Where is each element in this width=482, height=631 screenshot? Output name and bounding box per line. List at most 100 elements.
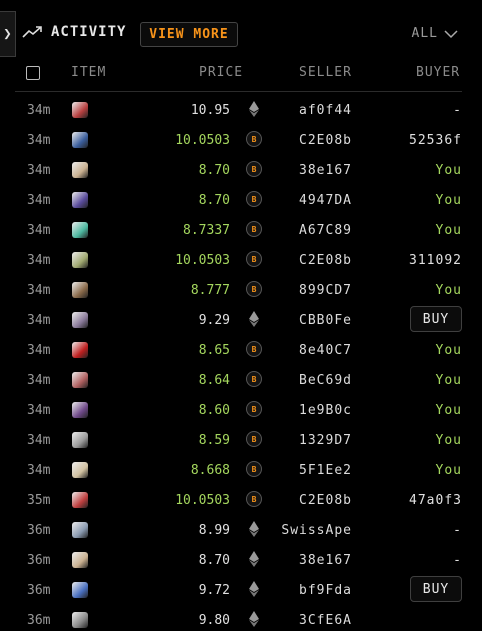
row-price: 8.60 — [198, 403, 230, 418]
panel-collapse-tab[interactable]: ❯ — [0, 11, 16, 57]
table-row[interactable]: 34m 8.70 B 38e167 You — [15, 155, 482, 185]
nft-thumbnail[interactable] — [72, 132, 88, 148]
nft-thumbnail[interactable] — [72, 552, 88, 568]
row-seller[interactable]: BeC69d — [232, 373, 352, 388]
nft-thumbnail[interactable] — [72, 492, 88, 508]
row-seller[interactable]: bf9Fda — [232, 583, 352, 598]
table-row[interactable]: 36m 9.80 3CfE6A — [15, 605, 482, 631]
table-row[interactable]: 34m 8.70 B 4947DA You — [15, 185, 482, 215]
row-time: 34m — [27, 373, 51, 388]
row-buyer[interactable]: 311092 — [362, 253, 462, 268]
row-price: 8.70 — [198, 163, 230, 178]
buyer-column-header: BUYER — [416, 65, 461, 80]
row-buyer[interactable]: 47a0f3 — [362, 493, 462, 508]
row-buyer[interactable]: You — [362, 223, 462, 238]
row-time: 34m — [27, 223, 51, 238]
table-row[interactable]: 34m 8.7337 B A67C89 You — [15, 215, 482, 245]
nft-thumbnail[interactable] — [72, 402, 88, 418]
table-row[interactable]: 36m 8.70 38e167 - — [15, 545, 482, 575]
row-time: 34m — [27, 253, 51, 268]
nft-thumbnail[interactable] — [72, 612, 88, 628]
table-row[interactable]: 34m 8.65 B 8e40C7 You — [15, 335, 482, 365]
buy-button[interactable]: BUY — [410, 576, 462, 602]
table-row[interactable]: 34m 10.0503 B C2E08b 52536f — [15, 125, 482, 155]
nft-thumbnail[interactable] — [72, 582, 88, 598]
activity-list[interactable]: 34m8.484fa0f334m10.95af0f44-34m10.0503BC… — [15, 91, 482, 631]
row-seller[interactable]: C2E08b — [232, 133, 352, 148]
row-buyer[interactable]: You — [362, 343, 462, 358]
row-price: 10.0503 — [175, 253, 230, 268]
row-seller[interactable]: A67C89 — [232, 223, 352, 238]
table-row[interactable]: 34m 8.777 B 899CD7 You — [15, 275, 482, 305]
nft-thumbnail[interactable] — [72, 162, 88, 178]
table-row[interactable]: 34m 9.29 CBB0Fe BUY — [15, 305, 482, 335]
row-time: 34m — [27, 103, 51, 118]
seller-column-header: SELLER — [299, 65, 352, 80]
row-seller[interactable]: 38e167 — [232, 163, 352, 178]
row-seller[interactable]: 4947DA — [232, 193, 352, 208]
view-more-button[interactable]: VIEW MORE — [140, 22, 238, 47]
table-row[interactable]: 34m 10.0503 B C2E08b 311092 — [15, 245, 482, 275]
row-buyer[interactable]: You — [362, 463, 462, 478]
nft-thumbnail[interactable] — [72, 342, 88, 358]
row-seller[interactable]: 3CfE6A — [232, 613, 352, 628]
nft-thumbnail[interactable] — [72, 462, 88, 478]
row-seller[interactable]: 38e167 — [232, 553, 352, 568]
nft-thumbnail[interactable] — [72, 192, 88, 208]
row-time: 36m — [27, 523, 51, 538]
row-seller[interactable]: 1329D7 — [232, 433, 352, 448]
row-time: 34m — [27, 433, 51, 448]
nft-thumbnail[interactable] — [72, 102, 88, 118]
table-row[interactable]: 36m 8.99 SwissApe - — [15, 515, 482, 545]
row-buyer[interactable]: You — [362, 373, 462, 388]
row-buyer: - — [453, 553, 462, 568]
row-price: 9.72 — [198, 583, 230, 598]
chevron-right-icon: ❯ — [3, 26, 12, 42]
row-buyer[interactable]: You — [362, 403, 462, 418]
nft-thumbnail[interactable] — [72, 252, 88, 268]
row-time: 36m — [27, 583, 51, 598]
row-buyer[interactable]: You — [362, 433, 462, 448]
row-price: 8.70 — [198, 193, 230, 208]
table-row[interactable]: 34m 8.59 B 1329D7 You — [15, 425, 482, 455]
row-seller[interactable]: af0f44 — [232, 103, 352, 118]
nft-thumbnail[interactable] — [72, 372, 88, 388]
row-time: 34m — [27, 343, 51, 358]
activity-title: ACTIVITY — [51, 24, 127, 40]
row-buyer[interactable]: 52536f — [362, 133, 462, 148]
nft-thumbnail[interactable] — [72, 282, 88, 298]
table-row[interactable]: 34m 8.60 B 1e9B0c You — [15, 395, 482, 425]
filter-dropdown[interactable]: ALL — [412, 26, 458, 41]
row-time: 35m — [27, 493, 51, 508]
row-seller[interactable]: C2E08b — [232, 493, 352, 508]
table-row[interactable]: 36m 9.72 bf9Fda BUY — [15, 575, 482, 605]
buy-button[interactable]: BUY — [410, 306, 462, 332]
table-row[interactable]: 35m 10.0503 B C2E08b 47a0f3 — [15, 485, 482, 515]
row-time: 34m — [27, 283, 51, 298]
row-seller[interactable]: SwissApe — [232, 523, 352, 538]
row-seller[interactable]: C2E08b — [232, 253, 352, 268]
row-seller[interactable]: CBB0Fe — [232, 313, 352, 328]
row-seller[interactable]: 5F1Ee2 — [232, 463, 352, 478]
table-row[interactable]: 34m 10.95 af0f44 - — [15, 95, 482, 125]
table-row[interactable]: 34m 8.668 B 5F1Ee2 You — [15, 455, 482, 485]
row-buyer[interactable]: You — [362, 193, 462, 208]
nft-thumbnail[interactable] — [72, 432, 88, 448]
nft-thumbnail[interactable] — [72, 522, 88, 538]
row-seller[interactable]: 899CD7 — [232, 283, 352, 298]
nft-thumbnail[interactable] — [72, 312, 88, 328]
row-time: 36m — [27, 553, 51, 568]
row-seller[interactable]: 8e40C7 — [232, 343, 352, 358]
activity-header: ACTIVITY VIEW MORE ALL — [15, 0, 482, 50]
table-row[interactable]: 34m 8.64 B BeC69d You — [15, 365, 482, 395]
filter-label: ALL — [411, 26, 438, 41]
row-seller[interactable]: 1e9B0c — [232, 403, 352, 418]
time-column-icon[interactable] — [26, 66, 40, 80]
row-price: 8.65 — [198, 343, 230, 358]
row-buyer[interactable]: You — [362, 283, 462, 298]
row-time: 34m — [27, 193, 51, 208]
row-buyer[interactable]: You — [362, 163, 462, 178]
nft-thumbnail[interactable] — [72, 222, 88, 238]
row-time: 34m — [27, 403, 51, 418]
row-time: 34m — [27, 163, 51, 178]
